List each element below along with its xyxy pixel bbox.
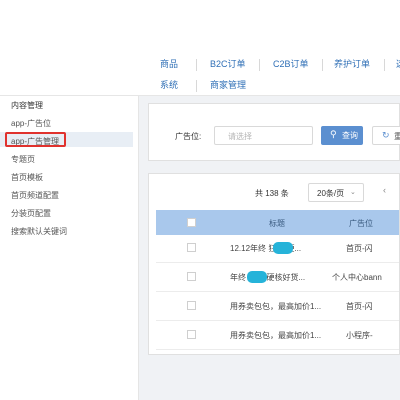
- ad-slot-select-placeholder: 请选择: [228, 132, 252, 141]
- ad-slot-filter-label: 广告位:: [175, 132, 202, 141]
- nav-divider: [259, 59, 260, 71]
- main-content: 广告位: 请选择 ⚲ 查询 ↻ 重 共 138 条 20条/页 ⌄ ‹ 标题 广…: [139, 96, 400, 400]
- row-checkbox[interactable]: [187, 243, 196, 252]
- ad-slot-select[interactable]: 请选择: [214, 126, 313, 145]
- table-row[interactable]: 用券卖包包，最高加价1... 首页-闪: [156, 293, 399, 321]
- query-button[interactable]: ⚲ 查询: [321, 126, 363, 145]
- row-checkbox[interactable]: [187, 272, 196, 281]
- redaction-mark: [273, 242, 293, 254]
- table-header: 标题 广告位: [156, 210, 399, 235]
- column-header-title: 标题: [269, 219, 285, 228]
- page-size-value: 20条/页: [317, 189, 345, 198]
- table-row[interactable]: 用券卖包包，最高加价1... 小程序-: [156, 322, 399, 350]
- row-title: 用券卖包包，最高加价1...: [230, 302, 322, 311]
- nav-item-more[interactable]: 这: [396, 57, 400, 70]
- row-checkbox[interactable]: [187, 330, 196, 339]
- sidebar: 内容管理 app-广告位 app-广告管理 专题页 首页模板 首页频道配置 分装…: [0, 96, 139, 400]
- table-row[interactable]: 12.12年终 狂欢 硬... 首页-闪: [156, 235, 399, 263]
- row-checkbox[interactable]: [187, 301, 196, 310]
- nav-item-b2c-orders[interactable]: B2C订单: [210, 57, 246, 70]
- highlight-annotation-box: [5, 132, 66, 147]
- reset-button-label: 重: [394, 132, 400, 141]
- nav-item-merchant[interactable]: 商家管理: [210, 78, 246, 91]
- reset-button[interactable]: ↻ 重: [372, 126, 400, 145]
- refresh-icon: ↻: [382, 130, 390, 140]
- sidebar-item-search-keywords[interactable]: 搜索默认关键词: [11, 226, 67, 237]
- select-all-checkbox[interactable]: [187, 218, 196, 227]
- nav-divider: [196, 80, 197, 92]
- search-icon: ⚲: [330, 129, 337, 139]
- total-count: 共 138 条: [255, 189, 289, 198]
- sidebar-item-home-template[interactable]: 首页模板: [11, 172, 43, 183]
- column-header-position: 广告位: [349, 219, 373, 228]
- nav-row-primary: 商品 B2C订单 C2B订单 养护订单 这: [0, 57, 400, 75]
- nav-item-system[interactable]: 系统: [160, 78, 178, 91]
- sidebar-item-ad-slot[interactable]: app-广告位: [11, 118, 51, 129]
- sidebar-item-home-channel[interactable]: 首页频道配置: [11, 190, 59, 201]
- filter-panel: 广告位: 请选择 ⚲ 查询 ↻ 重: [148, 103, 400, 161]
- nav-item-c2b-orders[interactable]: C2B订单: [273, 57, 309, 70]
- row-position: 首页-闪: [346, 302, 373, 311]
- nav-item-goods[interactable]: 商品: [160, 57, 178, 70]
- nav-divider: [322, 59, 323, 71]
- sidebar-section-title: 内容管理: [11, 101, 43, 110]
- page-size-select[interactable]: 20条/页 ⌄: [308, 183, 364, 202]
- nav-row-secondary: 系统 商家管理: [0, 78, 400, 94]
- ad-table-panel: 共 138 条 20条/页 ⌄ ‹ 标题 广告位 12.12年终 狂欢 硬...…: [148, 173, 400, 355]
- nav-divider: [384, 59, 385, 71]
- chevron-left-icon[interactable]: ‹: [383, 185, 386, 195]
- row-title: 用券卖包包，最高加价1...: [230, 331, 322, 340]
- row-position: 个人中心bann: [332, 273, 382, 282]
- table-row[interactable]: 年终 狂欢 硬核好货... 个人中心bann: [156, 264, 399, 292]
- row-position: 首页-闪: [346, 244, 373, 253]
- query-button-label: 查询: [342, 131, 358, 140]
- row-position: 小程序-: [346, 331, 373, 340]
- chevron-down-icon: ⌄: [350, 189, 356, 196]
- row-title: 年终 狂欢 硬核好货...: [230, 273, 306, 282]
- redaction-mark: [247, 271, 267, 283]
- sidebar-item-packaging-page[interactable]: 分装页配置: [11, 208, 51, 219]
- nav-divider: [196, 59, 197, 71]
- top-navigation: 商品 B2C订单 C2B订单 养护订单 这 系统 商家管理: [0, 0, 400, 96]
- sidebar-item-topic-page[interactable]: 专题页: [11, 154, 35, 165]
- nav-item-care-orders[interactable]: 养护订单: [334, 57, 370, 70]
